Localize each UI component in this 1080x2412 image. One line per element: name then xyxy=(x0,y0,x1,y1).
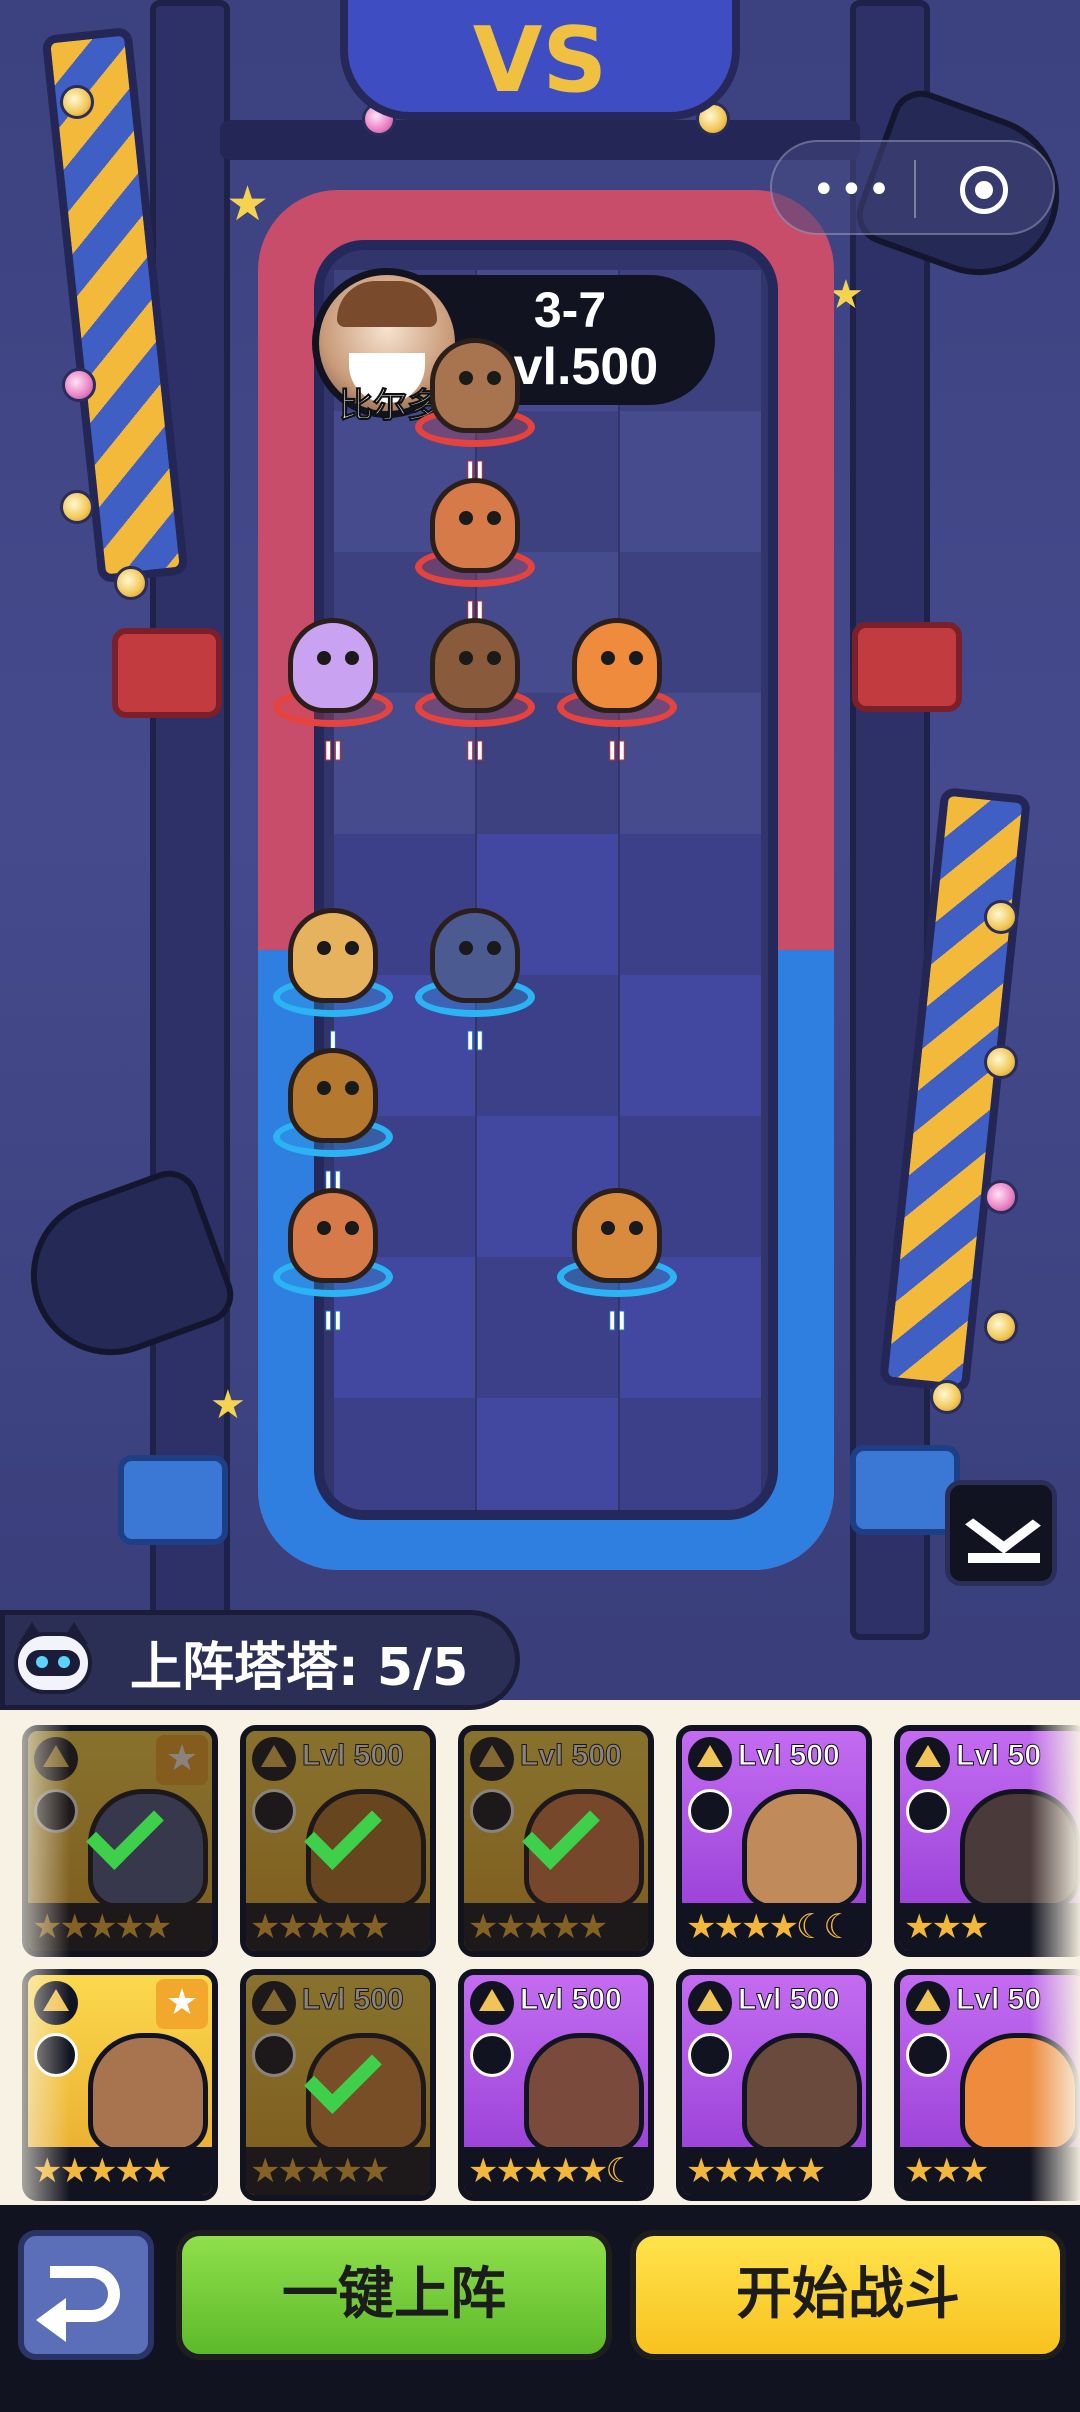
mini-program-capsule: ••• xyxy=(770,140,1055,235)
pet-card[interactable]: Lvl 500★★★★★ xyxy=(240,1969,436,2201)
enemy-unit-ferret[interactable]: II xyxy=(410,325,540,488)
corner-pad-left-blue xyxy=(118,1455,228,1545)
unit-rank: II xyxy=(323,1307,343,1338)
class-triangle-icon xyxy=(688,1981,732,2025)
skill-icon xyxy=(906,2033,950,2077)
return-arrow-head xyxy=(36,2298,66,2342)
download-arrow xyxy=(965,1496,1041,1554)
auto-deploy-button[interactable]: 一键上阵 xyxy=(176,2230,612,2360)
unit-sprite xyxy=(572,1188,662,1283)
unit-sprite xyxy=(430,618,520,713)
pet-card[interactable]: Lvl 500 ★★★★★ xyxy=(676,1969,872,2201)
download-tray-icon[interactable] xyxy=(945,1480,1057,1586)
corner-pad-right xyxy=(852,622,962,712)
star-decoration: ★ xyxy=(226,176,270,232)
class-triangle-icon xyxy=(906,1737,950,1781)
light-bulb xyxy=(930,1380,964,1414)
unit-rank: II xyxy=(465,737,485,768)
unit-rank: II xyxy=(607,1307,627,1338)
grid-tile[interactable] xyxy=(334,1398,475,1510)
scroll-fade-left xyxy=(0,1700,70,2225)
enemy-unit-purple-cat[interactable]: II xyxy=(268,605,398,768)
skill-icon xyxy=(688,2033,732,2077)
unit-sprite xyxy=(288,1188,378,1283)
pet-card[interactable]: Lvl 500★★★★★ xyxy=(458,1725,654,1957)
corner-pad-right-blue xyxy=(850,1445,960,1535)
cat-mascot-icon xyxy=(14,1622,92,1698)
grid-tile[interactable] xyxy=(620,411,761,552)
corner-pad-left xyxy=(112,628,222,718)
ally-unit-tortoise[interactable]: II xyxy=(268,1035,398,1198)
light-bulb xyxy=(984,900,1018,934)
class-triangle-icon xyxy=(906,1981,950,2025)
enemy-unit-kangaroo[interactable]: II xyxy=(552,605,682,768)
grid-tile[interactable] xyxy=(620,1398,761,1510)
unit-sprite xyxy=(430,478,520,573)
card-level: Lvl 500 xyxy=(738,1739,841,1773)
enemy-unit-boxer-bear[interactable]: II xyxy=(410,605,540,768)
unit-sprite xyxy=(430,908,520,1003)
more-dots-icon[interactable]: ••• xyxy=(812,167,895,213)
ally-unit-raccoon-ball[interactable]: II xyxy=(552,1175,682,1338)
pet-card[interactable]: Lvl 500 ★★★★★☾ xyxy=(458,1969,654,2201)
skill-icon xyxy=(470,2033,514,2077)
card-stars: ★★★★★☾ xyxy=(464,2147,648,2195)
card-level: Lvl 50 xyxy=(955,1983,1042,2017)
class-triangle-icon xyxy=(688,1737,732,1781)
skill-icon xyxy=(906,1789,950,1833)
download-tray xyxy=(968,1553,1040,1563)
start-battle-button[interactable]: 开始战斗 xyxy=(630,2230,1066,2360)
ally-unit-snake[interactable]: II xyxy=(268,1175,398,1338)
roster-panel: ★★★★★★Lvl 500★★★★★Lvl 500★★★★★Lvl 500★★★… xyxy=(0,1700,1080,2225)
pet-portrait xyxy=(742,1789,862,1909)
arena-background: ★ ★ ★ VS xyxy=(0,0,1080,1640)
roster-count-label: 上阵塔塔: 5/5 xyxy=(130,1638,469,1698)
grid-tile[interactable] xyxy=(620,834,761,975)
light-bulb xyxy=(114,566,148,600)
favorite-star-icon[interactable]: ★ xyxy=(156,1979,208,2029)
scroll-fade-right xyxy=(1030,1700,1080,2225)
light-bulb xyxy=(60,85,94,119)
light-bulb xyxy=(984,1045,1018,1079)
target-circle-icon[interactable] xyxy=(960,166,1008,214)
grid-tile[interactable] xyxy=(620,975,761,1116)
enemy-unit-snake[interactable]: II xyxy=(410,465,540,628)
card-level: Lvl 500 xyxy=(520,1983,623,2017)
unit-sprite xyxy=(430,338,520,433)
unit-sprite xyxy=(572,618,662,713)
unit-sprite xyxy=(288,908,378,1003)
card-level: Lvl 500 xyxy=(738,1983,841,2017)
skill-icon xyxy=(688,1789,732,1833)
unit-sprite xyxy=(288,618,378,713)
pet-card[interactable]: Lvl 500 ★★★★☾☾ xyxy=(676,1725,872,1957)
class-triangle-icon xyxy=(470,1981,514,2025)
pet-card[interactable]: Lvl 500★★★★★ xyxy=(240,1725,436,1957)
unit-rank: II xyxy=(323,737,343,768)
light-bulb xyxy=(984,1180,1018,1214)
light-bulb xyxy=(60,490,94,524)
card-stars: ★★★★★ xyxy=(682,2147,866,2195)
grid-tile[interactable] xyxy=(477,1398,618,1510)
ally-unit-dino[interactable]: II xyxy=(410,895,540,1058)
card-level: Lvl 50 xyxy=(955,1739,1042,1773)
vs-sign: VS xyxy=(340,0,740,120)
light-bulb xyxy=(984,1310,1018,1344)
unit-rank: II xyxy=(465,1027,485,1058)
unit-sprite xyxy=(288,1048,378,1143)
ring-rope-top xyxy=(220,120,860,160)
pet-portrait xyxy=(88,2033,208,2153)
light-bulb xyxy=(62,368,96,402)
ally-unit-snail[interactable]: I xyxy=(268,895,398,1058)
return-arrow-icon[interactable] xyxy=(18,2230,154,2360)
pet-portrait xyxy=(524,2033,644,2153)
star-decoration: ★ xyxy=(210,1382,246,1428)
vs-text: VS xyxy=(472,8,608,113)
unit-rank: II xyxy=(607,737,627,768)
card-stars: ★★★★☾☾ xyxy=(682,1903,866,1951)
capsule-divider xyxy=(914,160,916,218)
pet-portrait xyxy=(742,2033,862,2153)
